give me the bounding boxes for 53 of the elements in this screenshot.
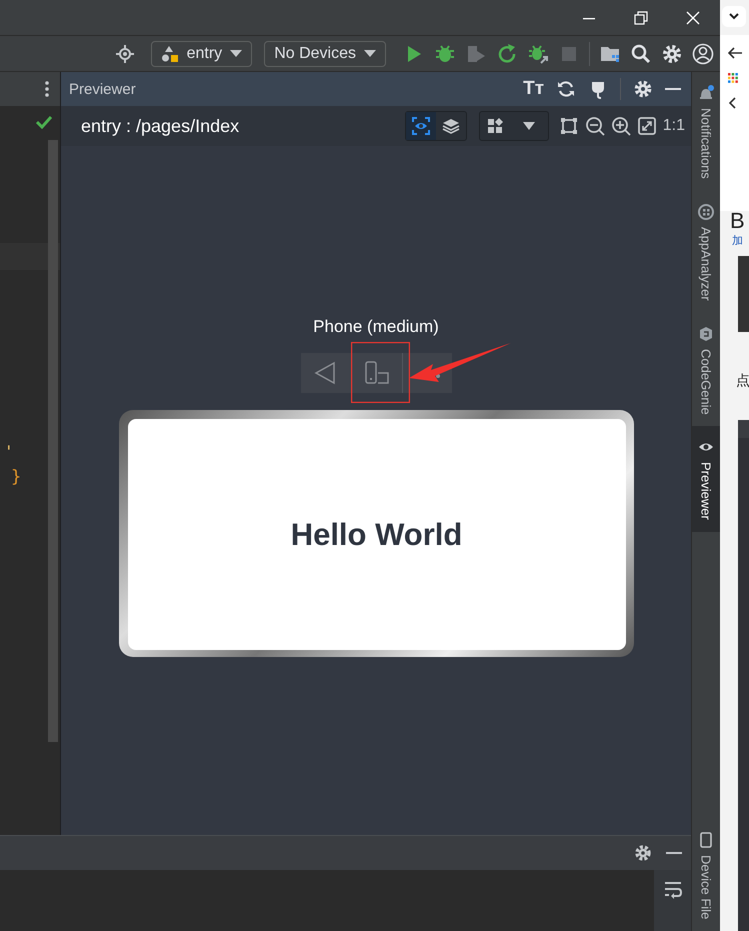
inspector-toggle-group[interactable] — [404, 111, 467, 141]
back-icon[interactable] — [728, 46, 742, 59]
refresh-icon[interactable] — [556, 79, 576, 99]
page-text: 点 — [736, 372, 749, 390]
hello-text: Hello World — [290, 516, 462, 552]
text-size-button[interactable]: Tт — [523, 78, 544, 100]
close-icon[interactable] — [686, 10, 700, 24]
check-icon — [36, 115, 52, 129]
apps-icon[interactable] — [728, 72, 738, 83]
rotate-icon[interactable] — [364, 361, 390, 385]
code-text: } — [11, 467, 22, 487]
expand-icon[interactable] — [636, 116, 657, 136]
bug-icon[interactable] — [434, 42, 456, 64]
inspect-icon[interactable] — [406, 112, 436, 140]
panel-title: Previewer — [69, 80, 137, 98]
tool-window-tab[interactable]: Previewer — [692, 426, 720, 532]
device-dropdown[interactable]: No Devices — [264, 40, 386, 66]
zoom-out-icon[interactable] — [584, 116, 605, 136]
tool-window-tab[interactable]: Device File — [692, 818, 720, 931]
code-text: ' — [4, 442, 14, 461]
soft-wrap-icon[interactable] — [662, 880, 683, 900]
shapes-icon — [160, 44, 179, 62]
analyzer-icon[interactable] — [697, 202, 716, 221]
bug-attach-icon[interactable] — [527, 42, 549, 64]
target-icon[interactable] — [116, 44, 134, 62]
dropdown-button[interactable] — [722, 6, 746, 27]
component-dropdown[interactable] — [478, 111, 549, 141]
account-icon[interactable] — [692, 42, 714, 64]
settings-icon[interactable] — [661, 42, 683, 64]
scrollbar[interactable] — [48, 140, 58, 742]
search-icon[interactable] — [630, 42, 652, 64]
settings-icon[interactable] — [634, 844, 652, 862]
module-dropdown[interactable]: entry — [150, 40, 252, 66]
more-icon[interactable] — [44, 80, 50, 98]
reload-icon[interactable] — [496, 42, 518, 64]
tool-window-tab[interactable]: CodeGenie — [692, 312, 720, 426]
settings-icon[interactable] — [633, 79, 654, 99]
zoom-in-icon[interactable] — [610, 116, 631, 136]
bell-icon[interactable] — [697, 84, 716, 102]
tool-window-tab[interactable]: AppAnalyzer — [692, 190, 720, 313]
highlight-frame — [351, 342, 410, 403]
tool-window-tab[interactable]: Notifications — [692, 72, 720, 191]
caret-icon — [364, 50, 376, 58]
page-text: 加 — [732, 234, 743, 248]
actual-size-button[interactable]: 1:1 — [662, 117, 686, 135]
restore-icon[interactable] — [634, 10, 648, 24]
back-icon[interactable] — [728, 96, 736, 109]
caret-icon — [230, 50, 242, 58]
page-heading: B — [730, 208, 745, 233]
caret-icon — [729, 12, 739, 20]
device-name: Phone (medium) — [313, 316, 439, 338]
fit-icon[interactable] — [558, 116, 579, 136]
page-path: entry : /pages/Index — [81, 116, 240, 136]
